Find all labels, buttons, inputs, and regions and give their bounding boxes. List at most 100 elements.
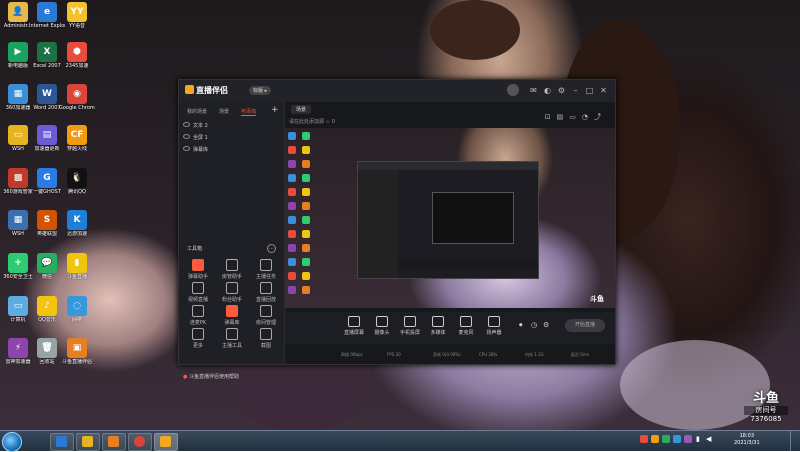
bell-icon[interactable]: ◔ — [582, 113, 594, 121]
layer-item[interactable]: 全屏 1 — [183, 134, 208, 141]
more-options-icon[interactable]: … — [267, 244, 276, 253]
live-companion-window[interactable]: 直播伴侣 标版 ▸ ✉ ◐ ⚙ – □ ✕ 我的场景 场景 可添加 + 文本 2… — [178, 79, 616, 380]
phone-cast-icon — [404, 316, 416, 327]
desktop-icon[interactable]: ◉ Google Chrome — [59, 84, 95, 111]
desktop-app-icon: YY — [67, 2, 87, 22]
toolbox-item[interactable]: 视频直播 — [183, 282, 213, 303]
eye-icon[interactable] — [183, 146, 190, 151]
desktop-app-icon: ⚡ — [8, 338, 28, 358]
preview-desktop-icon — [302, 132, 310, 140]
screen-capture-button[interactable]: 直播屏幕 — [341, 314, 367, 336]
message-icon[interactable]: ✉ — [529, 86, 538, 95]
desktop-icon-label: 迅游加速 — [66, 231, 87, 237]
toolbox-item[interactable]: 房管助手 — [217, 259, 247, 280]
record-icon[interactable]: ⏺ — [519, 321, 523, 330]
toolbox-item[interactable]: 截图 — [251, 328, 281, 349]
tab-scene[interactable]: 场景 — [291, 105, 312, 114]
preview-watermark: 斗鱼 — [590, 295, 604, 303]
desktop-icon[interactable]: ◌ 网络 — [59, 296, 95, 323]
tray-app-icon[interactable] — [673, 435, 681, 443]
tray-app-icon[interactable] — [684, 435, 692, 443]
taskbar-media[interactable] — [102, 433, 126, 451]
window-icon[interactable]: ▭ — [569, 113, 582, 121]
preview-desktop-icon — [288, 202, 296, 210]
toolbox-item[interactable]: 主播任务 — [251, 259, 281, 280]
status-item: 丢帧 0(0.00%) — [433, 352, 461, 357]
desktop-app-icon: ▤ — [37, 125, 57, 145]
speaker-icon — [488, 316, 500, 327]
taskbar-chrome[interactable] — [128, 433, 152, 451]
show-desktop-button[interactable] — [790, 431, 800, 451]
live-preview-canvas[interactable]: 斗鱼 — [285, 128, 615, 308]
tool-label: 直播回放 — [255, 297, 276, 303]
desktop-app-icon: 💬 — [37, 253, 57, 273]
layout-icon[interactable]: ▤ — [557, 113, 570, 121]
toolbox-item[interactable]: 更多 — [183, 328, 213, 349]
media-player-icon — [108, 436, 119, 447]
system-clock[interactable]: 18:03 2021/3/31 — [734, 433, 760, 447]
toolbox-item[interactable]: 弹幕助手 — [183, 259, 213, 280]
maximize-icon[interactable]: □ — [585, 86, 594, 95]
version-badge[interactable]: 标版 ▸ — [249, 86, 272, 95]
camera-button[interactable]: 摄像头 — [369, 314, 395, 336]
avatar[interactable] — [507, 84, 519, 96]
media-button[interactable]: 多媒体 — [425, 314, 451, 336]
phone-cast-button[interactable]: 手机投屏 — [397, 314, 423, 336]
desktop-icon-label: Google Chrome — [59, 105, 95, 111]
preview-desktop-icon — [288, 132, 296, 140]
add-scene-icon[interactable]: + — [271, 105, 279, 115]
start-live-button[interactable]: 开始直播 — [565, 319, 605, 332]
source-toolbar: 直播屏幕 摄像头 手机投屏 多媒体 麦克风 扬声器 ⏺ ◷ ⚙ 开始直播 — [285, 312, 615, 344]
tool-icon — [226, 305, 238, 317]
desktop-icon[interactable]: K 迅游加速 — [59, 210, 95, 237]
share-icon[interactable]: ⤴ — [594, 113, 607, 121]
help-notice[interactable]: ● 斗鱼直播伴侣使用帮助 — [183, 373, 239, 380]
desktop-icon[interactable]: 🐧 腾讯QQ — [59, 168, 95, 195]
status-item: FPS 30 — [387, 352, 401, 357]
tab-addable[interactable]: 可添加 — [241, 108, 257, 116]
app-titlebar[interactable]: 直播伴侣 标版 ▸ ✉ ◐ ⚙ – □ ✕ — [179, 80, 615, 102]
toolbox-item[interactable]: 直播回放 — [251, 282, 281, 303]
tab-my-scenes[interactable]: 我的场景 — [187, 108, 207, 115]
layer-item[interactable]: 弹幕库 — [183, 146, 208, 153]
start-button[interactable] — [2, 432, 22, 452]
network-icon[interactable]: ▮ — [696, 435, 704, 443]
settings-icon[interactable]: ⚙ — [557, 86, 566, 95]
toolbox-item[interactable]: 粉丝助手 — [217, 282, 247, 303]
preview-desktop-icon — [302, 202, 310, 210]
minimize-icon[interactable]: – — [571, 86, 580, 95]
desktop-icon[interactable]: CF 穿越火线 — [59, 125, 95, 152]
toolbox-item[interactable]: 连麦PK — [183, 305, 213, 326]
close-icon[interactable]: ✕ — [599, 86, 608, 95]
toolbox-item[interactable]: 房间管理 — [251, 305, 281, 326]
toolbox-item[interactable]: 弹幕库 — [217, 305, 247, 326]
microphone-button[interactable]: 麦克风 — [453, 314, 479, 336]
lock-icon[interactable]: ⊡ — [545, 113, 557, 121]
taskbar-live-companion[interactable] — [154, 433, 178, 451]
douyu-icon — [160, 436, 171, 447]
speaker-button[interactable]: 扬声器 — [481, 314, 507, 336]
preview-desktop-icon — [288, 146, 296, 154]
eye-icon[interactable] — [183, 122, 190, 127]
volume-icon[interactable]: ◀ — [706, 435, 714, 443]
preview-desktop-icon — [302, 258, 310, 266]
tab-scenes[interactable]: 场景 — [219, 108, 229, 115]
skin-icon[interactable]: ◐ — [543, 86, 552, 95]
toolbox-item[interactable]: 主播工具 — [217, 328, 247, 349]
eye-icon[interactable] — [183, 134, 190, 139]
timer-icon[interactable]: ◷ — [531, 321, 537, 329]
desktop-icon[interactable]: ⬢ 2345加速 — [59, 42, 95, 69]
desktop-icon[interactable]: ▮ 斗鱼直播 — [59, 253, 95, 280]
tray-app-icon[interactable] — [651, 435, 659, 443]
taskbar-ie[interactable] — [50, 433, 74, 451]
tray-app-icon[interactable] — [662, 435, 670, 443]
hint-text: 请在此处添加源 — [289, 119, 325, 125]
gear-icon[interactable]: ⚙ — [543, 321, 549, 329]
tray-app-icon[interactable] — [640, 435, 648, 443]
desktop-icon[interactable]: YY YY语音 — [59, 2, 95, 29]
tool-label: 主播任务 — [255, 274, 276, 280]
desktop-icon[interactable]: ▣ 斗鱼直播伴侣 — [59, 338, 95, 365]
taskbar-explorer[interactable] — [76, 433, 100, 451]
tool-label: 更多 — [192, 343, 203, 349]
layer-item[interactable]: 文本 2 — [183, 122, 208, 129]
